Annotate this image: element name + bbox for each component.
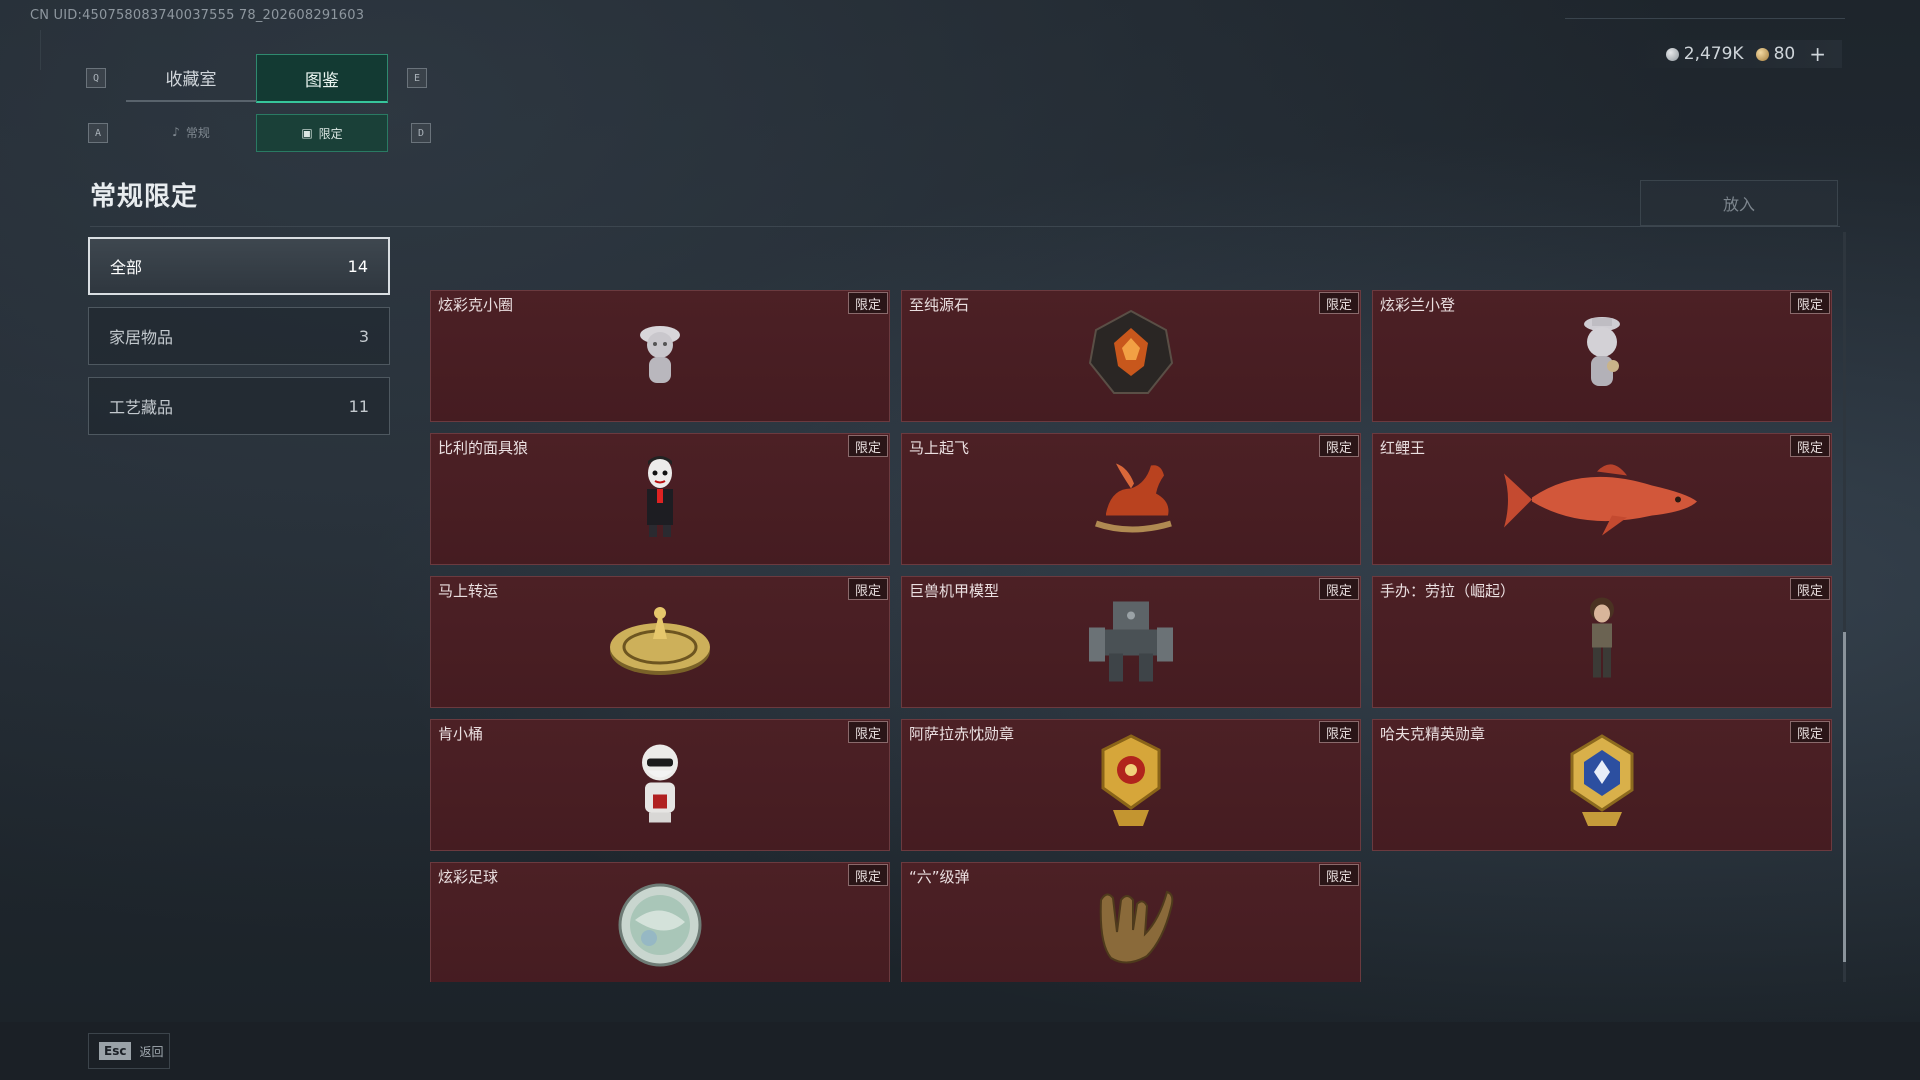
limited-badge: 限定 bbox=[1790, 292, 1830, 314]
tab-collection-room[interactable]: 收藏室 bbox=[126, 54, 256, 102]
add-currency-button[interactable]: + bbox=[1809, 42, 1826, 66]
top-divider bbox=[1565, 18, 1845, 19]
picture-icon: ▣ bbox=[301, 126, 313, 140]
category-list: 全部 14 家居物品 3 工艺藏品 11 bbox=[88, 237, 390, 447]
limited-badge: 限定 bbox=[1790, 435, 1830, 457]
limited-badge: 限定 bbox=[848, 721, 888, 743]
figure-icon bbox=[1590, 597, 1614, 678]
player-uid: CN UID:450758083740037555 78_20260829160… bbox=[30, 8, 365, 23]
item-card[interactable]: 马上起飞 限定 bbox=[901, 433, 1361, 565]
item-card[interactable]: 哈夫克精英勋章 限定 bbox=[1372, 719, 1832, 851]
football-icon bbox=[618, 883, 702, 967]
key-hint-q: Q bbox=[86, 68, 106, 88]
scrollbar-thumb[interactable] bbox=[1843, 632, 1846, 962]
limited-badge: 限定 bbox=[1790, 721, 1830, 743]
title-divider bbox=[90, 226, 1840, 227]
figurine-icon bbox=[640, 326, 680, 383]
medal-icon bbox=[1101, 734, 1161, 826]
item-card[interactable]: 手办：劳拉（崛起） 限定 bbox=[1372, 576, 1832, 708]
grid-scrollbar[interactable] bbox=[1843, 232, 1846, 982]
fish-icon bbox=[1504, 464, 1697, 536]
item-card[interactable]: 巨兽机甲模型 限定 bbox=[901, 576, 1361, 708]
item-card[interactable]: 炫彩足球 限定 bbox=[430, 862, 890, 982]
item-card[interactable]: 红鲤王 限定 bbox=[1372, 433, 1832, 565]
tab-catalog[interactable]: 图鉴 bbox=[256, 54, 388, 103]
item-card[interactable]: 马上转运 限定 bbox=[430, 576, 890, 708]
main-tabs: 收藏室 图鉴 bbox=[126, 54, 388, 103]
key-hint-e: E bbox=[407, 68, 427, 88]
subtab-regular[interactable]: ♪ 常规 bbox=[126, 114, 256, 150]
puppet-icon bbox=[647, 456, 673, 537]
item-card[interactable]: 炫彩克小圈 限定 bbox=[430, 290, 890, 422]
limited-badge: 限定 bbox=[1319, 864, 1359, 886]
item-card[interactable]: 炫彩兰小登 限定 bbox=[1372, 290, 1832, 422]
silver-currency: 2,479K bbox=[1665, 44, 1744, 64]
item-grid: 炫彩克小圈 限定 至纯源石 限定 炫彩兰小登 限定 比利的面具狼 限定 马上起飞… bbox=[430, 290, 1835, 982]
back-button[interactable]: Esc 返回 bbox=[88, 1033, 170, 1069]
limited-badge: 限定 bbox=[848, 435, 888, 457]
item-card[interactable]: 比利的面具狼 限定 bbox=[430, 433, 890, 565]
limited-badge: 限定 bbox=[848, 292, 888, 314]
silver-coin-icon bbox=[1665, 47, 1679, 61]
figurine-icon bbox=[1584, 317, 1620, 386]
gem-icon bbox=[1088, 309, 1174, 394]
colonel-icon bbox=[642, 744, 678, 823]
currency-bar: 2,479K 80 + bbox=[1635, 40, 1842, 68]
esc-key-hint: Esc bbox=[99, 1042, 132, 1060]
page-title: 常规限定 bbox=[90, 182, 199, 212]
wheel-icon bbox=[610, 607, 710, 675]
sub-tabs: ♪ 常规 ▣ 限定 bbox=[126, 114, 388, 152]
category-all[interactable]: 全部 14 bbox=[88, 237, 390, 295]
item-card[interactable]: 肯小桶 限定 bbox=[430, 719, 890, 851]
category-home-items[interactable]: 家居物品 3 bbox=[88, 307, 390, 365]
limited-badge: 限定 bbox=[1319, 435, 1359, 457]
key-hint-a: A bbox=[88, 123, 108, 143]
limited-badge: 限定 bbox=[848, 578, 888, 600]
limited-badge: 限定 bbox=[1319, 721, 1359, 743]
gold-coin-icon bbox=[1755, 47, 1769, 61]
bottom-bar bbox=[0, 1022, 1920, 1080]
subtab-limited[interactable]: ▣ 限定 bbox=[256, 114, 388, 152]
horse-icon bbox=[1095, 463, 1172, 533]
put-in-button[interactable]: 放入 bbox=[1640, 180, 1838, 226]
mech-icon bbox=[1089, 601, 1173, 682]
limited-badge: 限定 bbox=[1790, 578, 1830, 600]
hand-icon bbox=[1099, 890, 1174, 964]
medal-icon bbox=[1570, 734, 1634, 826]
limited-badge: 限定 bbox=[1319, 578, 1359, 600]
limited-badge: 限定 bbox=[848, 864, 888, 886]
key-hint-d: D bbox=[411, 123, 431, 143]
limited-badge: 限定 bbox=[1319, 292, 1359, 314]
item-card[interactable]: 至纯源石 限定 bbox=[901, 290, 1361, 422]
gold-currency: 80 bbox=[1755, 44, 1795, 64]
category-crafts[interactable]: 工艺藏品 11 bbox=[88, 377, 390, 435]
item-card[interactable]: “六”级弹 限定 bbox=[901, 862, 1361, 982]
bell-icon: ♪ bbox=[172, 125, 180, 139]
item-card[interactable]: 阿萨拉赤忱勋章 限定 bbox=[901, 719, 1361, 851]
corner-decoration bbox=[40, 30, 55, 70]
